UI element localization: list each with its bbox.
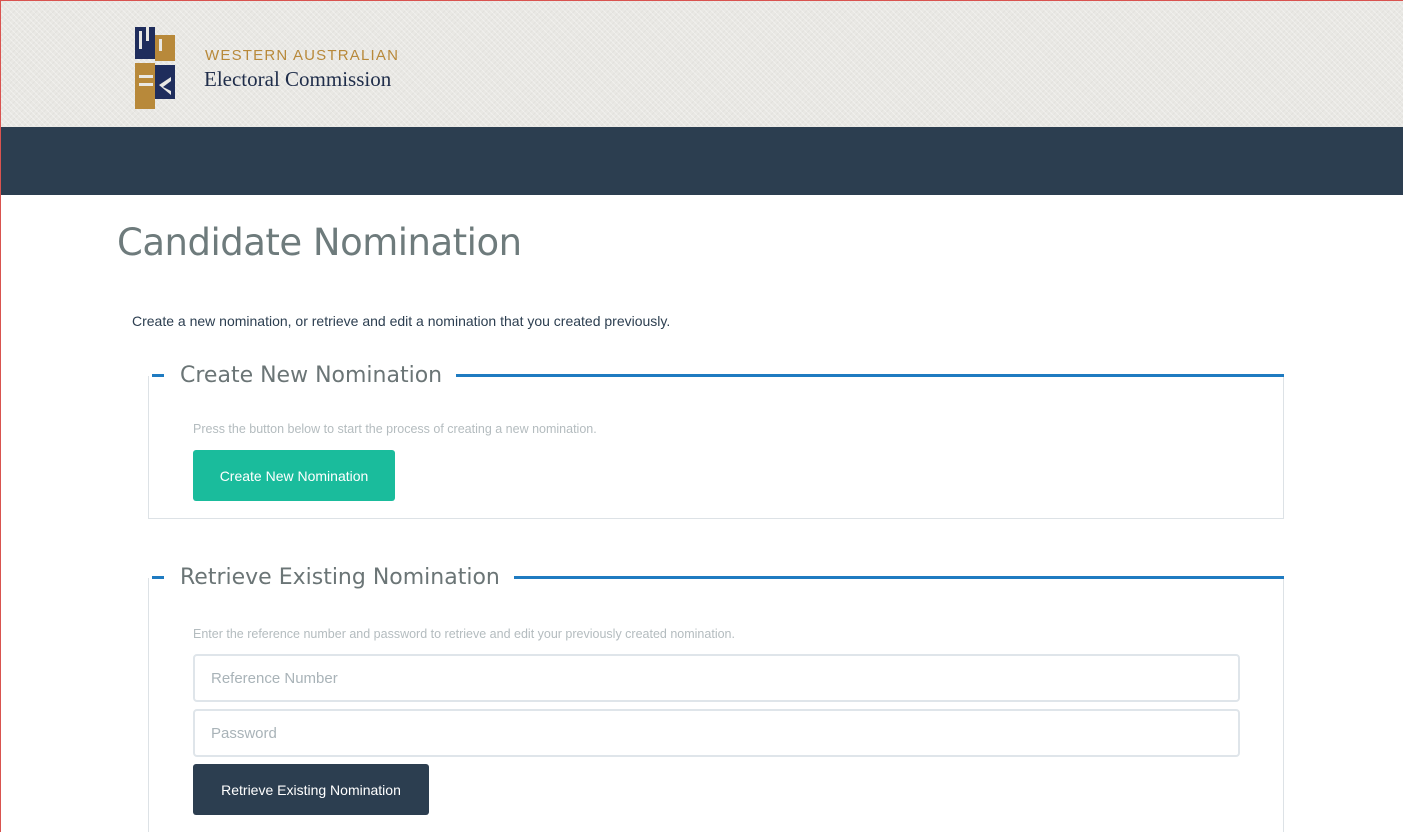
intro-text: Create a new nomination, or retrieve and… — [132, 313, 671, 329]
legend-rule — [513, 575, 1284, 579]
collapse-minus-icon[interactable] — [152, 575, 164, 579]
retrieve-panel-description: Enter the reference number and password … — [193, 627, 735, 641]
password-input[interactable] — [193, 709, 1240, 757]
create-nomination-panel: Create New Nomination Press the button b… — [148, 363, 1284, 519]
reference-number-input[interactable] — [193, 654, 1240, 702]
page-title: Candidate Nomination — [117, 221, 522, 264]
create-panel-legend: Create New Nomination — [148, 360, 1284, 390]
brand-name-bottom: Electoral Commission — [204, 67, 392, 91]
create-panel-description: Press the button below to start the proc… — [193, 422, 597, 436]
navigation-bar — [1, 127, 1403, 195]
retrieve-panel-title: Retrieve Existing Nomination — [180, 564, 500, 590]
retrieve-nomination-panel: Retrieve Existing Nomination Enter the r… — [148, 565, 1284, 832]
retrieve-panel-legend: Retrieve Existing Nomination — [148, 562, 1284, 592]
retrieve-existing-nomination-button[interactable]: Retrieve Existing Nomination — [193, 764, 429, 815]
collapse-minus-icon[interactable] — [152, 373, 164, 377]
page-frame: WESTERN AUSTRALIAN Electoral Commission … — [0, 0, 1403, 832]
legend-rule — [456, 373, 1284, 377]
brand-name-top: WESTERN AUSTRALIAN — [205, 47, 400, 64]
site-header: WESTERN AUSTRALIAN Electoral Commission — [1, 1, 1403, 127]
create-panel-title: Create New Nomination — [180, 362, 443, 388]
create-new-nomination-button[interactable]: Create New Nomination — [193, 450, 395, 501]
wa-electoral-commission-logo-icon[interactable] — [129, 25, 179, 111]
